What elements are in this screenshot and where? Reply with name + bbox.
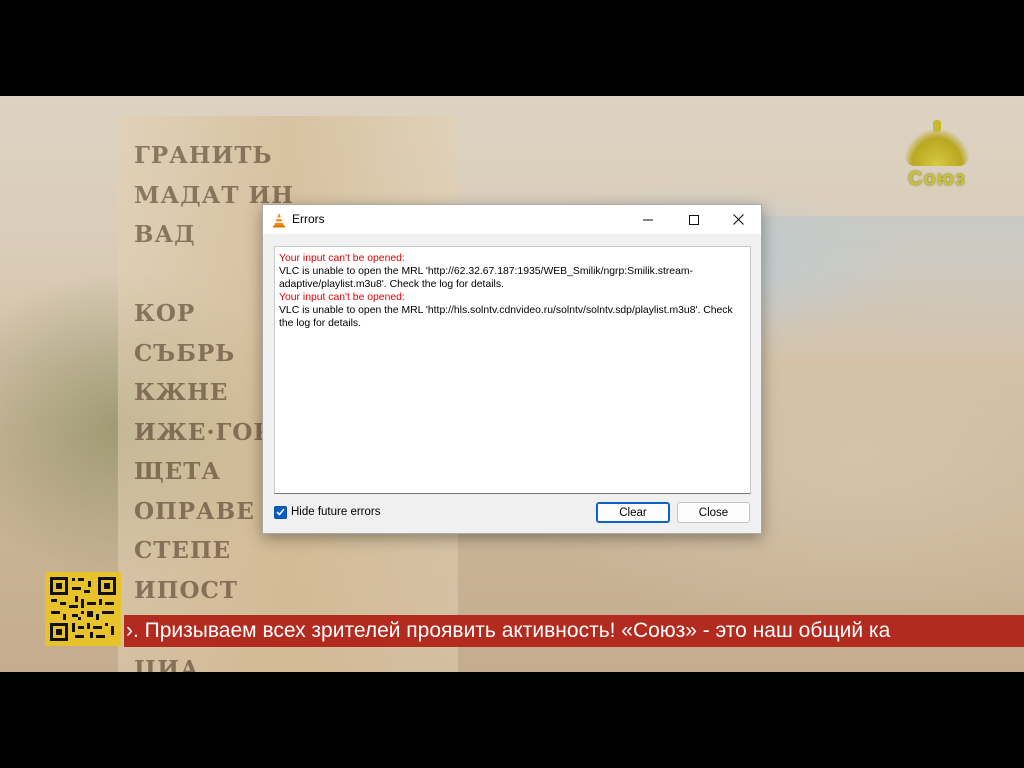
error-title: Your input can't be opened: — [279, 253, 405, 264]
errors-dialog: Errors Your input can't be opened: VLC i… — [262, 204, 762, 534]
news-ticker: ›. Призываем всех зрителей проявить акти… — [124, 615, 1024, 647]
manuscript-line: СТЕПЕ — [134, 537, 232, 564]
ticker-text: ›. Призываем всех зрителей проявить акти… — [126, 619, 891, 642]
error-log[interactable]: Your input can't be opened: VLC is unabl… — [274, 246, 751, 494]
channel-logo-text: Союз — [908, 168, 966, 190]
error-message: VLC is unable to open the MRL 'http://62… — [279, 266, 693, 290]
hide-future-errors-label: Hide future errors — [291, 506, 381, 518]
manuscript-line: ЦИА — [134, 655, 200, 673]
channel-logo: Союз — [898, 120, 976, 202]
clear-button[interactable]: Clear — [596, 502, 670, 523]
hide-future-errors-checkbox[interactable] — [274, 505, 287, 519]
vlc-cone-icon — [271, 212, 287, 228]
error-title: Your input can't be opened: — [279, 292, 405, 303]
error-message: VLC is unable to open the MRL 'http://hl… — [279, 305, 733, 329]
checkmark-icon — [276, 508, 285, 516]
dialog-title: Errors — [292, 212, 325, 226]
manuscript-line: ИПОСТ — [134, 576, 238, 604]
close-icon — [732, 214, 744, 225]
hide-future-errors[interactable]: Hide future errors — [274, 505, 380, 519]
qr-code — [45, 572, 121, 646]
crown-icon — [905, 120, 969, 166]
title-bar[interactable]: Errors — [263, 205, 761, 234]
maximize-icon — [689, 214, 699, 225]
error-entry: Your input can't be opened: VLC is unabl… — [279, 252, 750, 291]
minimize-button[interactable] — [625, 205, 671, 234]
close-button[interactable]: Close — [677, 502, 750, 523]
maximize-button[interactable] — [671, 205, 717, 234]
error-entry: Your input can't be opened: VLC is unabl… — [279, 291, 750, 330]
minimize-icon — [643, 219, 653, 220]
close-window-button[interactable] — [715, 205, 761, 234]
manuscript-line: ГРАНИТЬ — [134, 142, 273, 169]
